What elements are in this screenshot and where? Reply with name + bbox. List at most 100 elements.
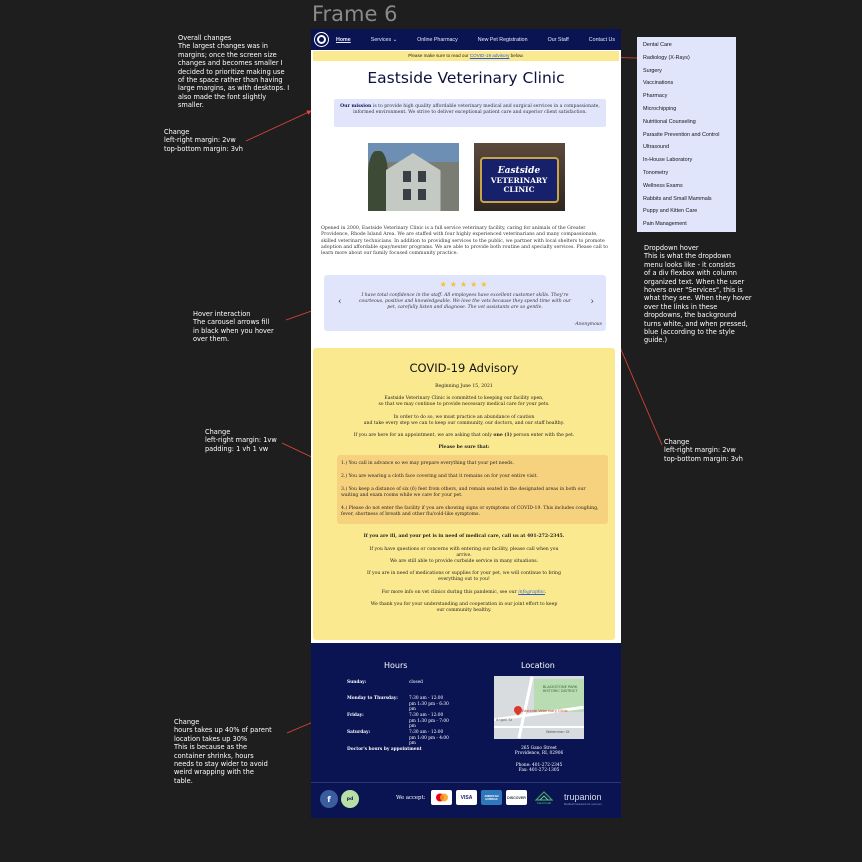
note-line: over the links in these (644, 302, 718, 311)
note-line: decided to prioritize making use (178, 67, 285, 76)
list-item: 1.) You call in advance so we may prepar… (341, 461, 514, 467)
advisory-link[interactable]: COVID-19 advisory (470, 53, 510, 58)
map-label: Waterman St (546, 730, 570, 734)
note-dropdown-hover: Dropdown hover This is what the dropdown… (644, 244, 764, 345)
covid-text: If you are here for an appointment, we a… (353, 433, 494, 439)
nav-link-services[interactable]: Services ⌄ (371, 37, 397, 43)
infographic-link[interactable]: infographic (518, 590, 545, 595)
note-line: container shrinks, hours (174, 751, 254, 760)
petdesk-icon[interactable]: pd (341, 790, 359, 808)
covid-text: so that we may continue to provide neces… (378, 402, 550, 408)
dropdown-item-vaccinations[interactable]: Vaccinations (637, 77, 736, 90)
note-line: top-bottom margin: 3vh (664, 454, 743, 463)
dropdown-item-parasite-prevention[interactable]: Parasite Prevention and Control (637, 129, 736, 142)
note-margin-change-right: Change left-right margin: 2vw top-bottom… (664, 438, 774, 463)
covid-paragraph: In order to do so, we must practice an a… (313, 415, 615, 427)
facebook-icon[interactable]: f (320, 790, 338, 808)
note-line: hovers over "Services", this is (644, 286, 743, 295)
advisory-suffix: below. (509, 53, 524, 58)
note-line: needs to stay wider to avoid (174, 760, 268, 769)
map-label: Angell St (496, 718, 513, 722)
covid-paragraph: Eastside Veterinary Clinic is committed … (313, 396, 615, 408)
list-item: 3.) You keep a distance of six (6) feet … (341, 487, 586, 499)
nav-links: Home Services ⌄ Online Pharmacy New Pet … (336, 37, 617, 43)
address-block: 265 Gano Street Providence, RI, 02906 (494, 746, 584, 757)
note-line: location takes up 30% (174, 734, 248, 743)
dropdown-item-pain-management[interactable]: Pain Management (637, 218, 736, 231)
note-footer-change: Change hours takes up 40% of parent loca… (174, 718, 294, 785)
dropdown-item-in-house-laboratory[interactable]: In-House Laboratory (637, 154, 736, 167)
hours-time: 7:30 am - 12:00 pm 1:30 pm - 6:30 pm (409, 696, 449, 713)
trupanion-logo: trupanion Medical insurance for your pet (564, 792, 602, 806)
list-item: 4.) Please do not enter the facility if … (341, 506, 599, 518)
covid-text: . (544, 589, 547, 595)
rating-stars: ★★★★★ (439, 280, 491, 290)
covid-text: person enter with the pet. (511, 433, 575, 439)
note-line: left-right margin: 2vw (664, 446, 736, 455)
advisory-prefix: Please make sure to read our (408, 53, 470, 58)
note-line: table. (174, 776, 193, 785)
dropdown-item-surgery[interactable]: Surgery (637, 65, 736, 78)
nav-bar: Home Services ⌄ Online Pharmacy New Pet … (311, 29, 621, 50)
fax-number: Fax: 401-272-1305 (518, 768, 560, 774)
dropdown-item-ultrasound[interactable]: Ultrasound (637, 141, 736, 154)
covid-title: COVID-19 Advisory (409, 361, 519, 375)
nav-link-online-pharmacy[interactable]: Online Pharmacy (417, 37, 458, 43)
map-label: BLACKSTONE PARK HISTORIC DISTRICT (542, 685, 578, 693)
covid-paragraph: If you are in need of medications or sup… (313, 571, 615, 583)
covid-text: We thank you for your understanding and … (370, 601, 558, 607)
trupanion-name: trupanion (564, 792, 602, 802)
hours-note: Doctor's hours by appointment (347, 747, 422, 752)
dropdown-item-wellness-exams[interactable]: Wellness Exams (637, 180, 736, 193)
nav-link-contact-us[interactable]: Contact Us (589, 37, 615, 43)
nav-link-home[interactable]: Home (336, 37, 351, 43)
note-line: organized text. When the user (644, 277, 745, 286)
note-heading: Change (664, 438, 690, 446)
advisory-banner: Please make sure to read our COVID-19 ad… (313, 51, 619, 61)
nav-link-our-staff[interactable]: Our Staff (548, 37, 569, 43)
covid-text: We are still able to provide curbside se… (389, 559, 539, 565)
dropdown-item-radiology[interactable]: Radiology (X-Rays) (637, 52, 736, 65)
address-line: 265 Gano Street (521, 746, 557, 751)
dropdown-item-tonometry[interactable]: Tonometry (637, 167, 736, 180)
carecredit-icon: CareCredit (533, 790, 555, 805)
note-line: in black when you hover (193, 326, 274, 335)
carousel-next-arrow-icon[interactable]: › (590, 297, 594, 307)
dropdown-item-dental-care[interactable]: Dental Care (637, 39, 736, 52)
note-heading: Change (164, 128, 190, 136)
dropdown-item-pharmacy[interactable]: Pharmacy (637, 90, 736, 103)
carousel-prev-arrow-icon[interactable]: ‹ (338, 297, 342, 307)
note-line: This is what the dropdown (644, 252, 731, 261)
dropdown-item-nutritional-counseling[interactable]: Nutritional Counseling (637, 116, 736, 129)
testimonial-carousel: ★★★★★ ‹ I have total confidence in the s… (324, 275, 606, 332)
note-line: top-bottom margin: 3vh (164, 144, 243, 153)
note-line: guide.) (644, 336, 668, 345)
note-line: also made the font slightly (178, 92, 267, 101)
dropdown-item-puppy-kitten-care[interactable]: Puppy and Kitten Care (637, 205, 736, 218)
covid-text: Eastside Veterinary Clinic is committed … (384, 396, 544, 402)
covid-text: everything out to you! (438, 577, 490, 583)
covid-text: For more info on vet clinics during this… (381, 589, 519, 595)
covid-text: and take every step we can to keep our c… (363, 420, 565, 426)
clinic-sign-photo: Eastside VETERINARY CLINIC (473, 143, 565, 211)
note-line: This is because as the (174, 743, 248, 752)
dropdown-item-microchipping[interactable]: Microchipping (637, 103, 736, 116)
phone-number: Phone: 401-272-2345 (515, 763, 563, 768)
location-map[interactable]: BLACKSTONE PARK HISTORIC DISTRICT Eastsi… (494, 676, 584, 739)
carecredit-label: CareCredit (536, 800, 552, 805)
hours-day: Saturday: (347, 730, 371, 735)
hours-time: closed (409, 680, 423, 685)
dropdown-item-rabbits-small-mammals[interactable]: Rabbits and Small Mammals (637, 193, 736, 206)
nav-link-new-pet-registration[interactable]: New Pet Registration (478, 37, 528, 43)
note-line: of the space rather than having (178, 76, 283, 85)
nav-link-services-label: Services (370, 36, 392, 43)
note-line: padding: 1 vh 1 vw (205, 444, 269, 453)
hours-day: Friday: (347, 713, 364, 718)
note-line: blue (according to the style (644, 328, 735, 337)
list-item: 2.) You are wearing a cloth face coverin… (341, 474, 538, 480)
testimonial-author: -Anonymous (573, 322, 602, 328)
page-title: Eastside Veterinary Clinic (367, 69, 565, 87)
covid-requirements-list: 1.) You call in advance so we may prepar… (337, 455, 608, 525)
covid-paragraph: For more info on vet clinics during this… (313, 590, 615, 596)
clinic-logo[interactable] (315, 33, 328, 46)
